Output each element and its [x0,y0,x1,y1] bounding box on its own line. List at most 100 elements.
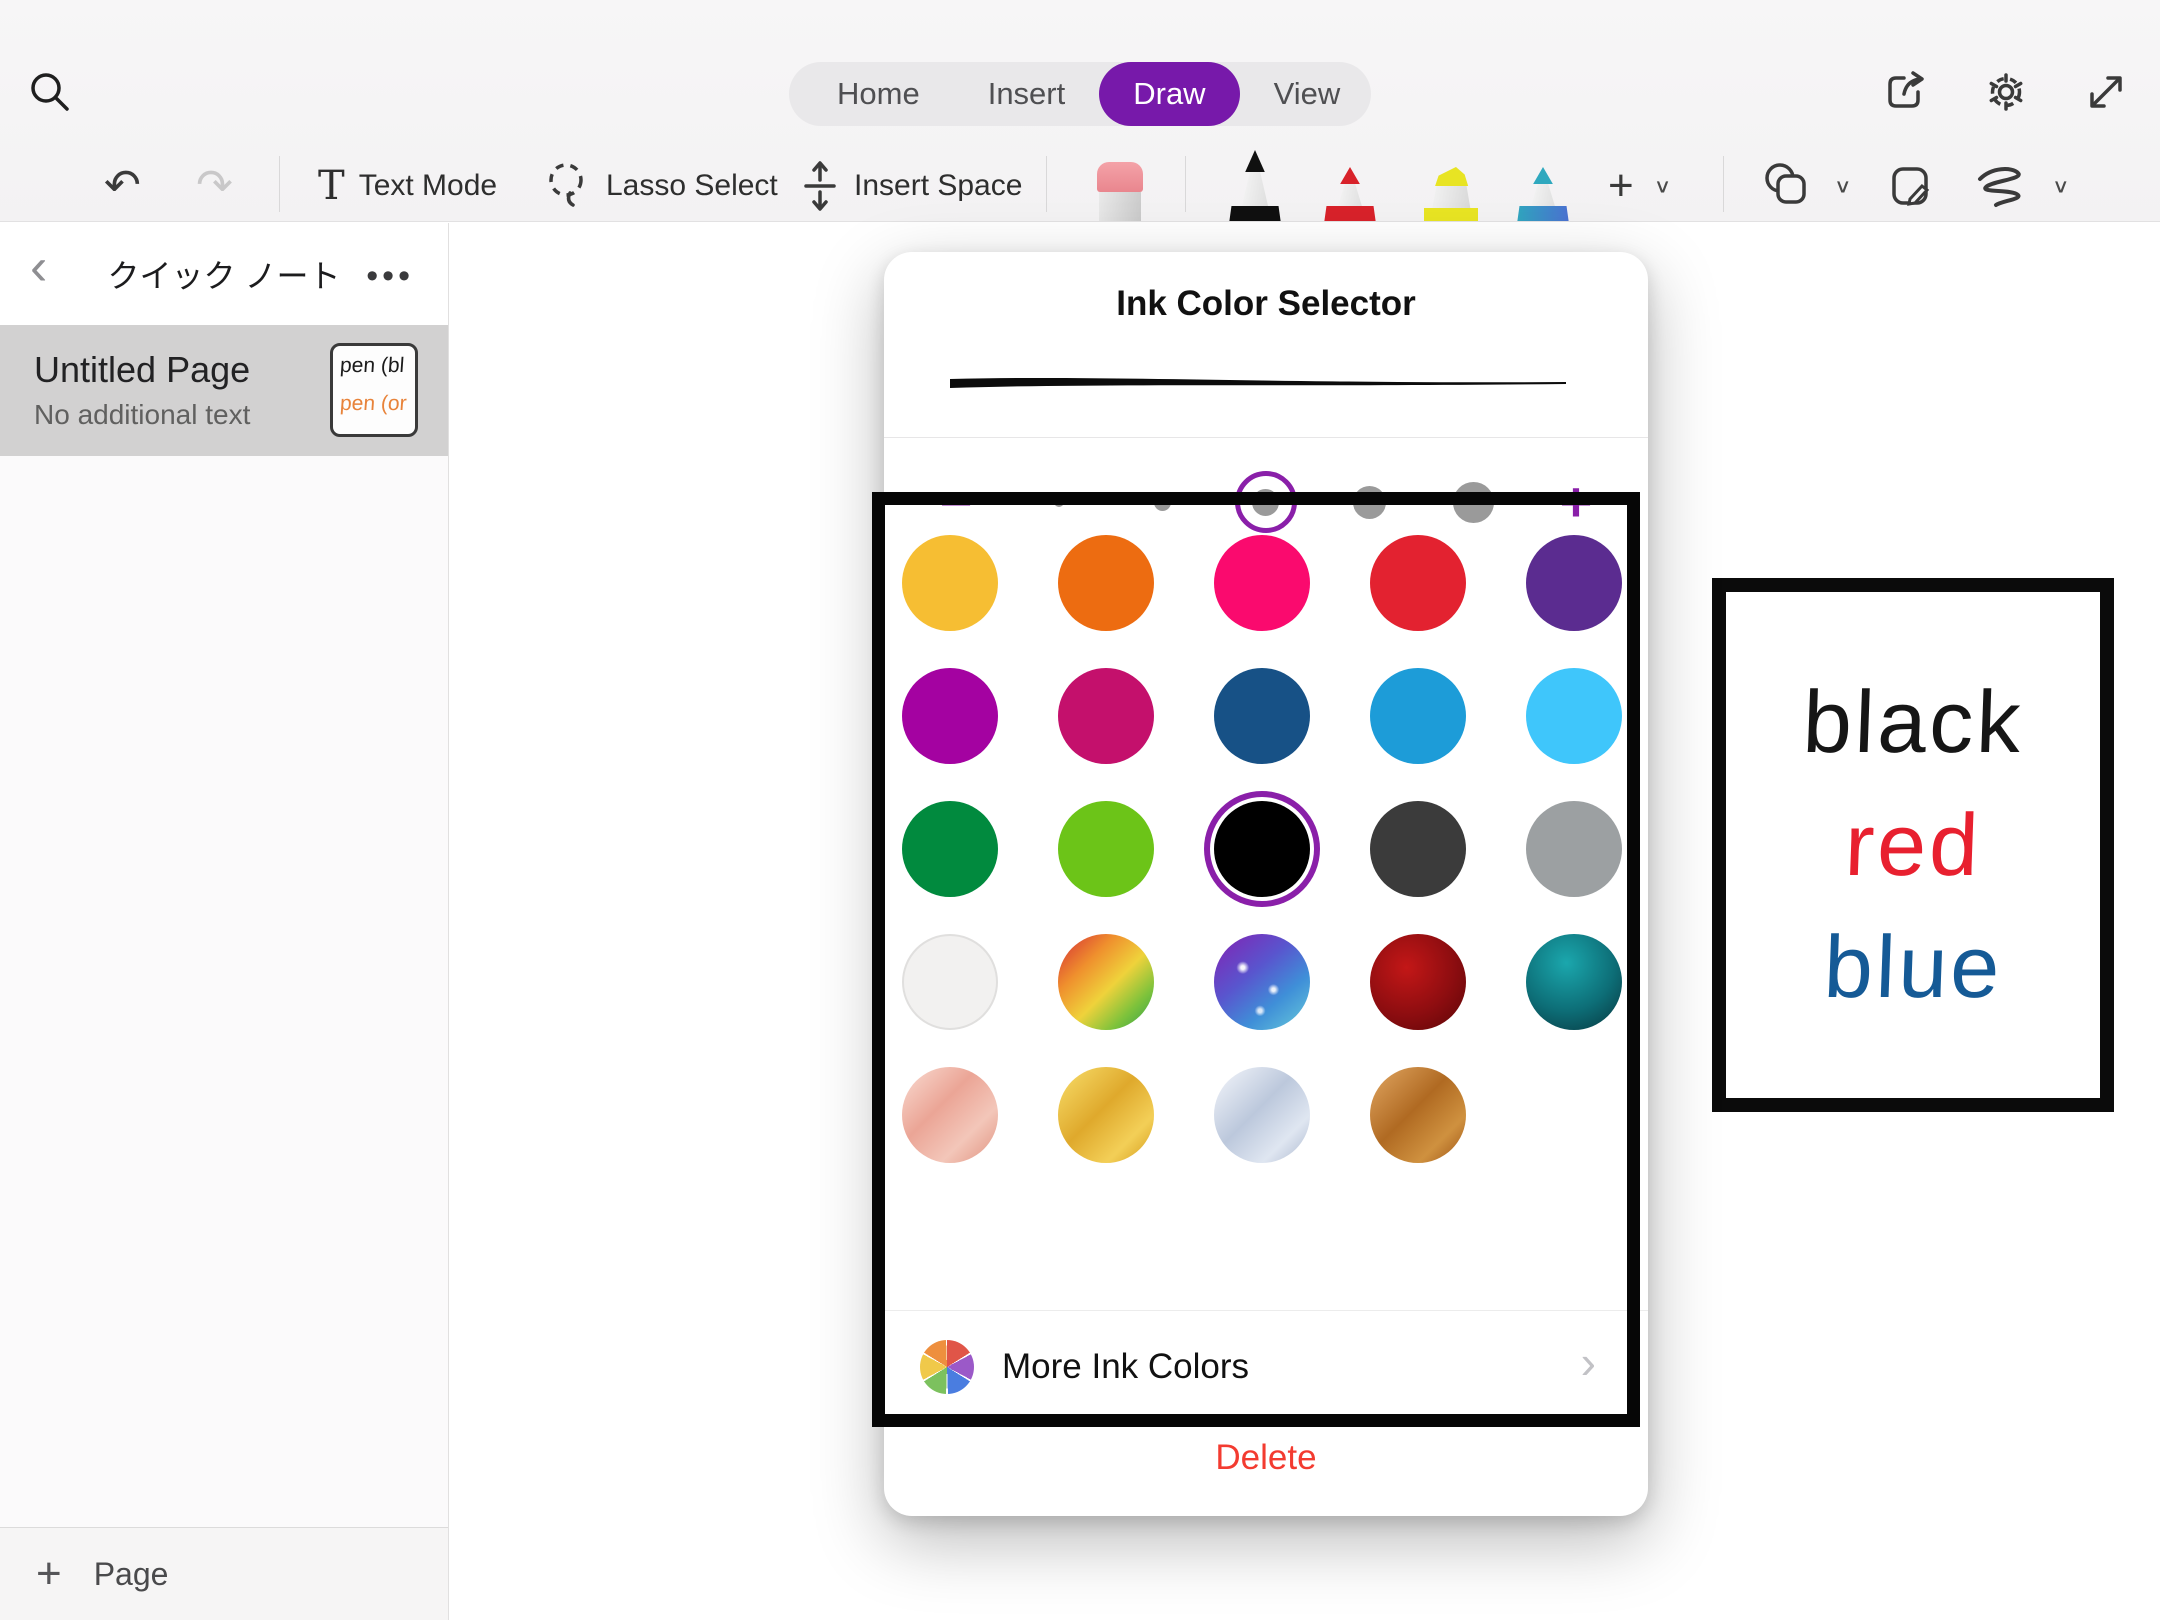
ink-swatch-black-selected[interactable] [1214,801,1310,897]
more-options-ellipsis-button[interactable]: ••• [366,257,414,296]
red-pen-tool[interactable] [1322,167,1378,222]
ink-swatch-rainbow-glitter[interactable] [1058,934,1154,1030]
eraser-tool[interactable] [1097,162,1143,222]
window-actions [1880,66,2132,118]
fullscreen-expand-icon[interactable] [2080,66,2132,118]
tab-insert[interactable]: Insert [954,62,1100,126]
search-button[interactable] [26,68,74,116]
handwritten-ink-drawing: black red blue [1712,578,2114,1112]
tab-view[interactable]: View [1240,62,1375,126]
ink-swatch-gray[interactable] [1526,801,1622,897]
teal-pen-tool[interactable] [1515,167,1571,222]
ink-swatch-silver[interactable] [1214,1067,1310,1163]
thickness-dot-2[interactable] [1131,471,1193,533]
ink-to-text-button[interactable]: ∨ [1972,150,2070,222]
decrease-thickness-button[interactable]: − [926,474,986,530]
toolbar-divider [279,156,280,212]
ink-swatch-orange[interactable] [1058,535,1154,631]
plus-icon: + [1608,164,1634,208]
squiggle-icon [1972,159,2032,213]
lasso-select-label: Lasso Select [606,169,778,203]
tab-insert-label: Insert [988,76,1066,112]
thickness-dot-4[interactable] [1339,471,1401,533]
sidebar-header: ‹ クイック ノート ••• [0,223,448,325]
text-mode-icon: T [318,163,345,209]
page-thumbnail: pen (bl pen (or [330,343,418,437]
settings-gear-icon[interactable] [1980,66,2032,118]
ink-swatch-white[interactable] [902,934,998,1030]
more-ink-colors-button[interactable]: More Ink Colors › [884,1310,1648,1422]
tab-draw-label: Draw [1133,76,1205,112]
ink-word-black: black [1801,674,2025,771]
text-mode-label: Text Mode [359,169,497,203]
tab-home[interactable]: Home [803,62,954,126]
more-ink-colors-label: More Ink Colors [1002,1347,1249,1387]
add-page-button[interactable]: + Page [0,1527,448,1620]
tab-draw[interactable]: Draw [1099,62,1239,126]
thickness-dot-3-selected[interactable] [1235,471,1297,533]
tab-view-label: View [1274,76,1341,112]
page-list-item-selected[interactable]: Untitled Page No additional text pen (bl… [0,325,448,456]
chevron-right-icon: › [1581,1335,1596,1389]
thickness-dot-1[interactable] [1028,471,1090,533]
toolbar-divider [1046,156,1047,212]
insert-space-button[interactable]: Insert Space [800,150,1022,222]
popup-divider [884,437,1648,438]
black-pen-tool-selected[interactable] [1227,150,1283,222]
ink-swatch-dark-gray[interactable] [1370,801,1466,897]
chevron-down-icon: ∨ [1654,174,1672,197]
ink-swatch-red-marble[interactable] [1370,934,1466,1030]
page-subtitle: No additional text [34,399,250,431]
redo-icon: ↷ [196,164,233,208]
delete-pen-button[interactable]: Delete [884,1438,1648,1478]
page-pencil-icon [1884,159,1938,213]
ink-word-red: red [1843,797,1983,894]
ribbon-tabbar: Home Insert Draw View [789,62,1371,126]
color-wheel-icon [920,1340,974,1394]
chevron-down-icon: ∨ [1834,174,1852,197]
ink-swatch-gold[interactable] [1058,1067,1154,1163]
ink-color-grid [902,535,1622,1163]
ink-annotate-button[interactable] [1884,150,1938,222]
page-list-sidebar: ‹ クイック ノート ••• Untitled Page No addition… [0,223,449,1620]
insert-space-label: Insert Space [854,169,1022,203]
popup-title: Ink Color Selector [884,284,1648,324]
ink-swatch-rose-gold[interactable] [902,1067,998,1163]
shapes-icon [1760,159,1814,213]
top-toolbar: Home Insert Draw View ↶ ↷ T Text Mode [0,0,2160,222]
ink-swatch-yellow[interactable] [902,535,998,631]
page-title: Untitled Page [34,349,250,391]
shapes-button[interactable]: ∨ [1760,150,1852,222]
ink-swatch-galaxy[interactable] [1214,934,1310,1030]
ink-swatch-pink[interactable] [1214,535,1310,631]
thumb-ink-line-orange: pen (or [339,392,416,416]
app-window: Home Insert Draw View ↶ ↷ T Text Mode [0,0,2160,1620]
ink-swatch-red[interactable] [1370,535,1466,631]
eraser-cap [1097,162,1143,192]
share-icon[interactable] [1880,66,1932,118]
ink-swatch-bronze[interactable] [1370,1067,1466,1163]
eraser-body [1099,192,1141,222]
add-page-label: Page [94,1556,169,1593]
increase-thickness-button[interactable]: + [1546,474,1606,530]
chevron-down-icon: ∨ [2052,174,2070,197]
ink-swatch-ocean[interactable] [1526,934,1622,1030]
ink-swatch-raspberry[interactable] [1058,668,1154,764]
add-pen-button[interactable]: + ∨ [1608,150,1671,222]
ink-swatch-cerulean[interactable] [1370,668,1466,764]
toolbar-divider [1723,156,1724,212]
redo-button[interactable]: ↷ [196,150,233,222]
ink-swatch-green[interactable] [902,801,998,897]
thickness-dot-5[interactable] [1442,471,1504,533]
ink-swatch-magenta[interactable] [902,668,998,764]
ink-swatch-light-blue[interactable] [1526,668,1622,764]
text-mode-button[interactable]: T Text Mode [318,150,497,222]
undo-icon: ↶ [104,164,141,208]
undo-button[interactable]: ↶ [104,150,141,222]
stroke-width-preview [948,374,1568,394]
lasso-select-button[interactable]: Lasso Select [540,150,778,222]
ink-swatch-dark-purple[interactable] [1526,535,1622,631]
yellow-highlighter-tool[interactable] [1420,167,1482,222]
ink-swatch-dark-blue[interactable] [1214,668,1310,764]
ink-swatch-light-green[interactable] [1058,801,1154,897]
